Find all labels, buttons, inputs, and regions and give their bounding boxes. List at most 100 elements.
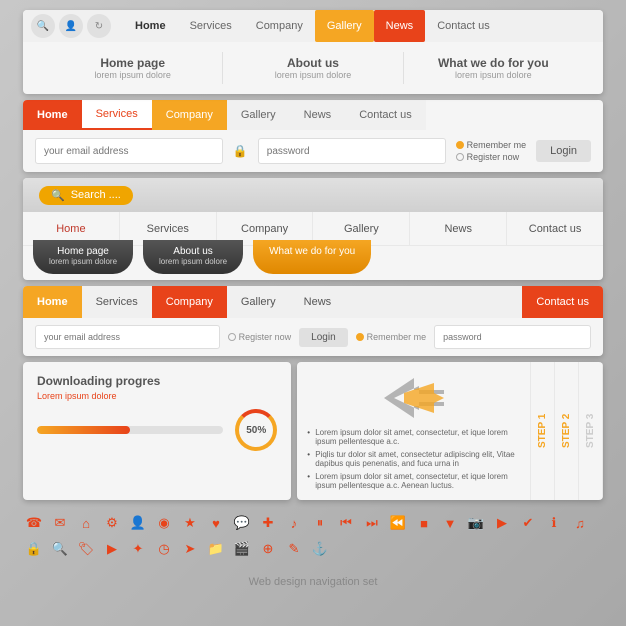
nav3-drop-about-label: About us (159, 246, 227, 257)
progress-circle: 50% (235, 409, 277, 451)
step-item-1: Lorem ipsum dolor sit amet, consectetur,… (307, 428, 520, 446)
phone-icon[interactable]: ☎ (23, 512, 45, 534)
nav2-tab-gallery[interactable]: Gallery (227, 100, 290, 130)
check-icon[interactable]: ✔ (517, 512, 539, 534)
clock-icon[interactable]: ◷ (153, 538, 175, 560)
email-input[interactable] (35, 138, 223, 164)
stop-icon[interactable]: ■ (413, 512, 435, 534)
nav1-col-about: About us lorem ipsum dolore (223, 52, 403, 84)
progress-bar-fill (37, 426, 130, 434)
nav1-tab-contact[interactable]: Contact us (425, 10, 502, 42)
lock-icon-2[interactable]: 🔒 (23, 538, 45, 560)
nav4-spacer (345, 286, 522, 318)
steps-left: Lorem ipsum dolor sit amet, consectetur,… (297, 362, 530, 500)
nav4-tab-contact[interactable]: Contact us (522, 286, 603, 318)
nav4-login-button[interactable]: Login (299, 328, 347, 347)
heart-icon[interactable]: ♥ (205, 512, 227, 534)
user-icon[interactable]: 👤 (59, 14, 83, 38)
progress-bar-container (37, 426, 223, 434)
nav1-tab-home[interactable]: Home (123, 10, 178, 42)
nav3-drop-home-sub: lorem ipsum dolore (49, 257, 117, 266)
camera-icon[interactable]: 📷 (465, 512, 487, 534)
download-sub: Lorem ipsum dolore (37, 391, 277, 401)
nav4-email-input[interactable] (35, 325, 220, 349)
refresh-icon[interactable]: ↻ (87, 14, 111, 38)
nav4-tab-gallery[interactable]: Gallery (227, 286, 290, 318)
film-icon[interactable]: 🎬 (231, 538, 253, 560)
nav3-drop-about[interactable]: About us lorem ipsum dolore (143, 240, 243, 274)
nav2-tab-contact[interactable]: Contact us (345, 100, 426, 130)
navbar-1: 🔍 👤 ↻ Home Services Company Gallery News… (23, 10, 603, 94)
remember-radio[interactable] (456, 141, 464, 149)
play-icon[interactable]: ▶ (101, 538, 123, 560)
nav1-col-what-title: What we do for you (438, 56, 549, 70)
folder-icon[interactable]: 📁 (205, 538, 227, 560)
email-icon[interactable]: ✉ (49, 512, 71, 534)
nav4-tab-company[interactable]: Company (152, 286, 227, 318)
nav3-drop-home[interactable]: Home page lorem ipsum dolore (33, 240, 133, 274)
nav3-drop-what[interactable]: What we do for you (253, 240, 371, 274)
nav4-tab-home[interactable]: Home (23, 286, 82, 318)
step-item-3: Lorem ipsum dolor sit amet, consectetur,… (307, 472, 520, 490)
person-icon[interactable]: 👤 (127, 512, 149, 534)
steps-card: Lorem ipsum dolor sit amet, consectetur,… (297, 362, 603, 500)
music-icon[interactable]: ♫ (569, 512, 591, 534)
register-radio[interactable] (456, 153, 464, 161)
next-icon[interactable]: ⏭ (361, 512, 383, 534)
home-icon[interactable]: ⌂ (75, 512, 97, 534)
nav1-col-what-sub: lorem ipsum dolore (455, 70, 532, 80)
star-icon[interactable]: ★ (179, 512, 201, 534)
nav1-tab-gallery[interactable]: Gallery (315, 10, 374, 42)
info-icon[interactable]: ℹ (543, 512, 565, 534)
link-icon[interactable]: ⚓ (309, 538, 331, 560)
nav4-tab-services[interactable]: Services (82, 286, 152, 318)
step-label-3: STEP 3 (579, 362, 603, 500)
search-icon-2[interactable]: 🔍 (49, 538, 71, 560)
rss-icon[interactable]: ◉ (153, 512, 175, 534)
arrow-graphic (384, 378, 444, 418)
cart-icon[interactable]: ⊕ (257, 538, 279, 560)
arrow-icon[interactable]: ➤ (179, 538, 201, 560)
prev-icon[interactable]: ⏮ (335, 512, 357, 534)
navbar-4: Home Services Company Gallery News Conta… (23, 286, 603, 356)
nav4-remember-label: Remember me (356, 332, 427, 342)
nav1-tab-company[interactable]: Company (244, 10, 315, 42)
gear-icon[interactable]: ⚙ (101, 512, 123, 534)
nav2-tab-home[interactable]: Home (23, 100, 82, 130)
nav4-tab-news[interactable]: News (290, 286, 346, 318)
nav1-tab-services[interactable]: Services (178, 10, 244, 42)
navbar-4-bottom: Register now Login Remember me (23, 318, 603, 356)
nav4-remember-radio[interactable] (356, 333, 364, 341)
video-icon[interactable]: ▶ (491, 512, 513, 534)
navbar-1-top: 🔍 👤 ↻ Home Services Company Gallery News… (23, 10, 603, 42)
nav4-register-radio[interactable] (228, 333, 236, 341)
chat-icon[interactable]: 💬 (231, 512, 253, 534)
search-icon[interactable]: 🔍 (31, 14, 55, 38)
pause-icon[interactable]: ⏸ (309, 512, 331, 534)
nav4-password-input[interactable] (434, 325, 591, 349)
search-text: Search .... (71, 189, 121, 201)
nav2-tab-news[interactable]: News (290, 100, 346, 130)
navbar-3-drops: Home page lorem ipsum dolore About us lo… (23, 240, 603, 274)
download-title: Downloading progres (37, 374, 277, 388)
login-button[interactable]: Login (536, 140, 591, 162)
nav2-tab-company[interactable]: Company (152, 100, 227, 130)
rewind-icon[interactable]: ⏪ (387, 512, 409, 534)
lock-icon: 🔒 (233, 144, 248, 158)
nav1-col-home: Home page lorem ipsum dolore (43, 52, 223, 84)
tag-icon[interactable]: 🏷 (75, 538, 97, 560)
navbar-2: Home Services Company Gallery News Conta… (23, 100, 603, 172)
plus-icon[interactable]: ✚ (257, 512, 279, 534)
navbar-2-bottom: 🔒 Remember me Register now Login (23, 130, 603, 172)
nav2-tab-services[interactable]: Services (82, 100, 152, 130)
down-icon[interactable]: ▼ (439, 512, 461, 534)
step-item-2: Piqlis tur dolor sit amet, consectetur a… (307, 450, 520, 468)
password-input[interactable] (258, 138, 446, 164)
main-container: 🔍 👤 ↻ Home Services Company Gallery News… (23, 10, 603, 588)
sun-icon[interactable]: ✦ (127, 538, 149, 560)
volume-icon[interactable]: ♪ (283, 512, 305, 534)
search-box[interactable]: 🔍 Search .... (39, 186, 133, 205)
navbar-3: 🔍 Search .... Home Services Company Gall… (23, 178, 603, 280)
pencil-icon[interactable]: ✎ (283, 538, 305, 560)
nav1-tab-news[interactable]: News (374, 10, 426, 42)
